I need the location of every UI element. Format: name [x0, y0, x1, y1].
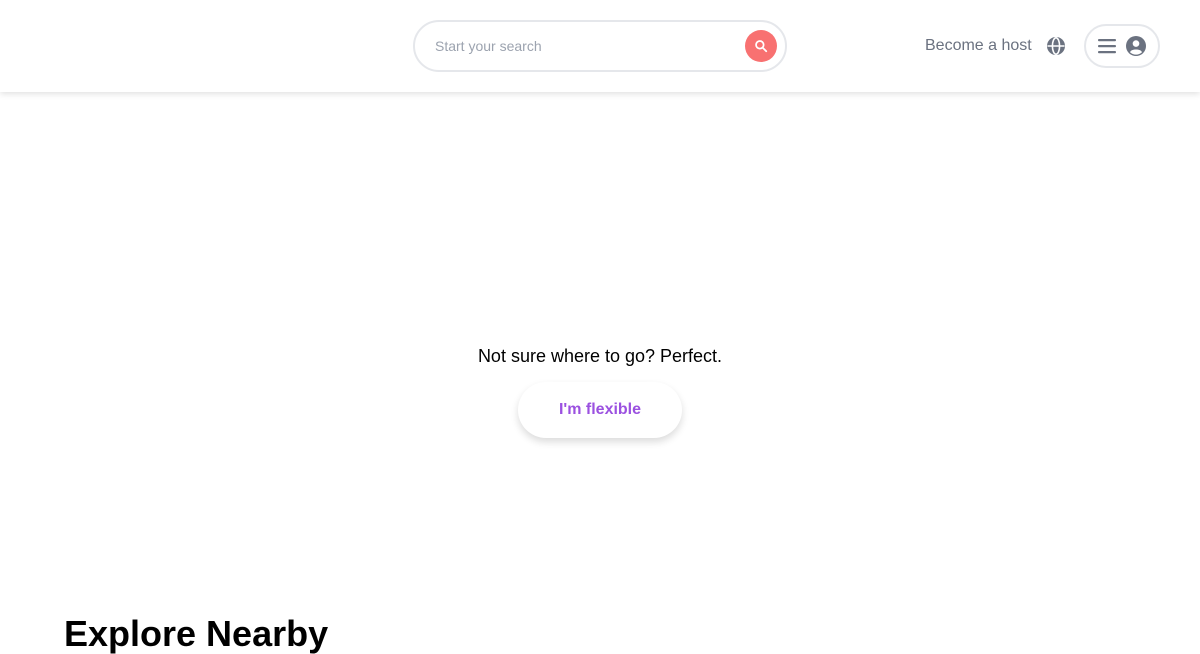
hero-message: Not sure where to go? Perfect. [477, 346, 723, 366]
explore-nearby-heading: Explore Nearby [64, 613, 329, 654]
globe-icon [1047, 37, 1065, 55]
become-a-host-link[interactable]: Become a host [925, 36, 1032, 56]
search-button[interactable] [745, 30, 777, 62]
language-button[interactable] [1045, 35, 1067, 57]
user-menu-button[interactable] [1084, 24, 1160, 68]
im-flexible-button[interactable]: I'm flexible [518, 382, 682, 438]
search-input[interactable] [435, 38, 745, 54]
menu-icon [1098, 39, 1116, 54]
search-icon [755, 40, 768, 53]
top-header: Become a host [0, 0, 1200, 92]
user-circle-icon [1126, 36, 1146, 56]
search-bar[interactable] [413, 20, 787, 72]
